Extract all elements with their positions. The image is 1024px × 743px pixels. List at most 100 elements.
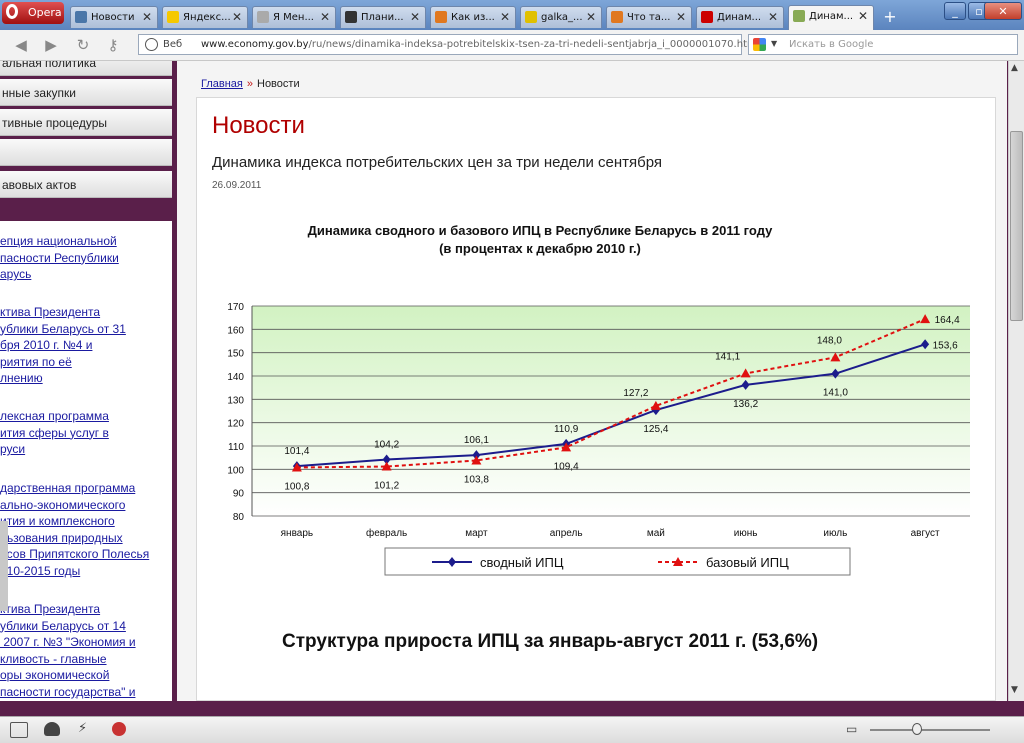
- belarus-emblem-icon: [793, 10, 805, 22]
- google-icon: [753, 38, 766, 51]
- breadcrumb: Главная» Новости: [201, 78, 300, 90]
- tab-9[interactable]: Динам... ✕: [788, 5, 874, 30]
- close-tab-icon[interactable]: ✕: [768, 10, 778, 24]
- ya-icon: [257, 11, 269, 23]
- sidebar-link[interactable]: епция национальной пасности Республики а…: [0, 233, 168, 283]
- tab-1[interactable]: Новости ✕: [70, 6, 158, 28]
- sidebar-scroll-handle[interactable]: [0, 521, 8, 611]
- tab-3[interactable]: Я Мен... ✕: [252, 6, 336, 28]
- data-label: 136,2: [733, 399, 758, 410]
- tab-6[interactable]: galka_... ✕: [520, 6, 602, 28]
- close-tab-icon[interactable]: ✕: [676, 10, 686, 24]
- panels-toggle-icon[interactable]: [10, 722, 28, 738]
- tab-label: Плани...: [361, 12, 404, 23]
- sidebar-link[interactable]: ктива Президента ублики Беларусь от 31 б…: [0, 304, 168, 387]
- tab-bar: Opera Новости ✕ Яндекс... ✕ Я Мен... ✕ Плани..…: [0, 0, 1024, 30]
- tab-label: Новости: [91, 12, 135, 23]
- new-tab-button[interactable]: +: [878, 8, 902, 26]
- close-window-button[interactable]: ✕: [984, 2, 1022, 20]
- data-label: 125,4: [643, 424, 668, 435]
- data-label: 110,9: [554, 424, 579, 435]
- galka-icon: [525, 11, 537, 23]
- y-tick-label: 170: [227, 302, 244, 313]
- search-field[interactable]: ▼ Искать в Google: [748, 34, 1018, 55]
- sidebar-menu-item[interactable]: тивные процедуры: [0, 109, 172, 136]
- sidebar-menu-item[interactable]: [0, 139, 172, 166]
- breadcrumb-home-link[interactable]: Главная: [201, 78, 243, 90]
- address-toolbar: ◀ ▶ ↻ ⚷ Веб www.economy.gov.by/ru/news/d…: [0, 30, 1024, 61]
- close-tab-icon[interactable]: ✕: [410, 10, 420, 24]
- sidebar-menu-item[interactable]: нные закупки: [0, 79, 172, 106]
- address-field[interactable]: Веб www.economy.gov.by/ru/news/dinamika-…: [138, 34, 751, 55]
- x-tick-label: февраль: [366, 527, 407, 539]
- legend-label: сводный ИПЦ: [480, 555, 564, 570]
- view-mode-icon[interactable]: ▭: [846, 722, 862, 736]
- opera-unite-icon[interactable]: [44, 722, 60, 736]
- tab-4[interactable]: Плани... ✕: [340, 6, 426, 28]
- y-tick-label: 100: [227, 465, 244, 476]
- yandex-icon: [167, 11, 179, 23]
- left-sidebar: альная политика нные закупки тивные процед…: [0, 61, 177, 701]
- tab-7[interactable]: Что та... ✕: [606, 6, 692, 28]
- tab-label: Динам...: [809, 11, 854, 22]
- close-tab-icon[interactable]: ✕: [500, 10, 510, 24]
- notifications-icon[interactable]: [112, 722, 126, 736]
- x-tick-label: апрель: [550, 528, 583, 539]
- forward-icon[interactable]: ▶: [42, 36, 60, 54]
- breadcrumb-current: Новости: [257, 78, 300, 90]
- zoom-slider[interactable]: [870, 729, 990, 731]
- data-label: 101,2: [374, 481, 399, 492]
- x-tick-label: июль: [823, 528, 847, 539]
- close-tab-icon[interactable]: ✕: [320, 10, 330, 24]
- data-label: 127,2: [623, 388, 648, 399]
- close-tab-icon[interactable]: ✕: [142, 10, 152, 24]
- globe-icon: [145, 38, 158, 51]
- x-tick-label: май: [647, 528, 665, 539]
- y-tick-label: 120: [227, 419, 244, 430]
- data-label: 104,2: [374, 440, 399, 451]
- tab-5[interactable]: Как из... ✕: [430, 6, 516, 28]
- reload-icon[interactable]: ↻: [74, 36, 92, 54]
- tab-label: Как из...: [451, 12, 495, 23]
- opera-logo-icon: [6, 4, 18, 19]
- opera-menu-button[interactable]: Opera: [2, 2, 64, 24]
- page-title: Новости: [212, 112, 305, 139]
- address-prefix: Веб: [163, 39, 183, 50]
- tab-8[interactable]: Динам... ✕: [696, 6, 784, 28]
- minimize-button[interactable]: _: [944, 2, 966, 20]
- data-label: 100,8: [284, 481, 309, 492]
- sidebar-link[interactable]: лексная программа ития сферы услуг в рус…: [0, 408, 168, 458]
- close-tab-icon[interactable]: ✕: [232, 10, 242, 24]
- yandex-icon: [701, 11, 713, 23]
- scrollbar-thumb[interactable]: [1010, 131, 1023, 321]
- x-tick-label: март: [465, 528, 488, 539]
- turbo-icon[interactable]: ⚡: [78, 722, 94, 736]
- data-label: 106,1: [464, 435, 489, 446]
- scroll-down-icon[interactable]: ▼: [1011, 685, 1018, 695]
- chevron-down-icon[interactable]: ▼: [771, 39, 777, 48]
- news-date: 26.09.2011: [212, 180, 262, 191]
- back-icon[interactable]: ◀: [12, 36, 30, 54]
- close-tab-icon[interactable]: ✕: [858, 9, 868, 23]
- plot-area: [252, 306, 970, 516]
- scroll-up-icon[interactable]: ▲: [1011, 63, 1018, 73]
- sidebar-link[interactable]: дарственная программа ально-экономическо…: [0, 480, 168, 580]
- tab-2[interactable]: Яндекс... ✕: [162, 6, 248, 28]
- tab-label: Что та...: [627, 12, 671, 23]
- page-icon: [611, 11, 623, 23]
- zoom-slider-handle[interactable]: [912, 723, 922, 735]
- opera-menu-label: Opera: [28, 6, 62, 19]
- tab-label: Яндекс...: [183, 12, 231, 23]
- chart-subtitle: (в процентах к декабрю 2010 г.): [439, 241, 641, 256]
- page-icon: [435, 11, 447, 23]
- sidebar-menu-item[interactable]: авовых актов: [0, 171, 172, 198]
- sidebar-menu-item[interactable]: альная политика: [0, 61, 172, 76]
- close-tab-icon[interactable]: ✕: [586, 10, 596, 24]
- page-scrollbar[interactable]: ▲ ▼: [1008, 61, 1024, 701]
- sidebar-links-panel: епция национальной пасности Республики а…: [0, 221, 172, 701]
- sidebar-link[interactable]: ктива Президента ублики Беларусь от 14 2…: [0, 601, 168, 701]
- x-tick-label: август: [911, 528, 940, 539]
- wand-key-icon[interactable]: ⚷: [104, 36, 122, 54]
- data-label: 109,4: [554, 461, 579, 472]
- vk-icon: [75, 11, 87, 23]
